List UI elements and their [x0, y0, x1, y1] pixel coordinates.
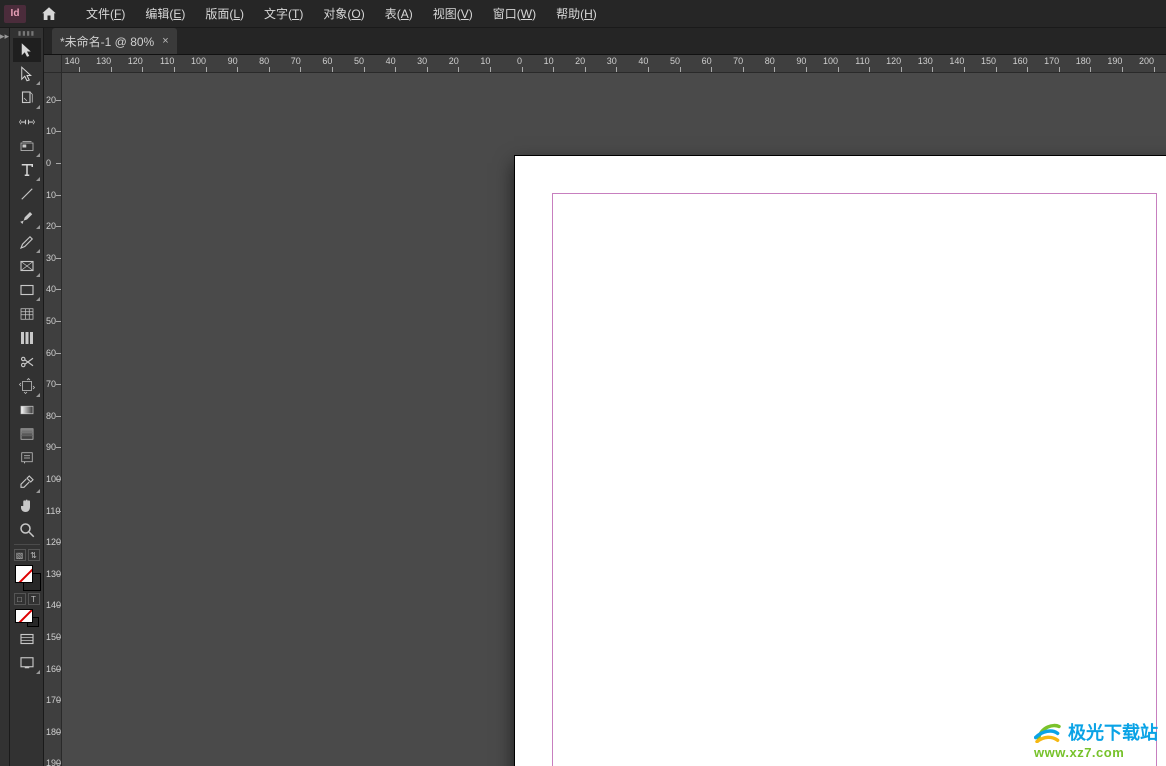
direct-selection-tool[interactable] — [13, 62, 41, 86]
home-icon[interactable] — [36, 1, 62, 27]
document-area: *未命名-1 @ 80% × 1501401301201101009080706… — [44, 28, 1166, 766]
horizontal-ruler[interactable]: 1501401301201101009080706050403020100102… — [62, 55, 1166, 73]
ruler-origin[interactable] — [44, 55, 62, 73]
fill-stroke-swatch[interactable] — [13, 563, 41, 591]
misc-tool-b[interactable]: ⇅ — [28, 549, 40, 561]
rectangle-frame-tool[interactable] — [13, 254, 41, 278]
expand-panels-icon[interactable]: ▸▸ — [0, 32, 9, 41]
tool-separator — [14, 544, 40, 545]
page-tool[interactable] — [13, 86, 41, 110]
apply-color[interactable] — [15, 609, 39, 627]
document-tab-label: *未命名-1 @ 80% — [60, 33, 154, 50]
view-mode-normal[interactable] — [13, 627, 41, 651]
menu-f[interactable]: 文件(F) — [76, 0, 135, 27]
pen-tool[interactable] — [13, 206, 41, 230]
zoom-tool[interactable] — [13, 518, 41, 542]
scissors-tool[interactable] — [13, 350, 41, 374]
page-margins — [552, 193, 1157, 766]
menu-h[interactable]: 帮助(H) — [546, 0, 607, 27]
gap-tool[interactable] — [13, 110, 41, 134]
app-logo-text: Id — [11, 8, 20, 19]
screen-mode[interactable] — [13, 651, 41, 675]
menubar: Id 文件(F)编辑(E)版面(L)文字(T)对象(O)表(A)视图(V)窗口(… — [0, 0, 1166, 28]
menu-e[interactable]: 编辑(E) — [135, 0, 195, 27]
canvas[interactable]: 极光下载站 www.xz7.com — [62, 73, 1166, 766]
line-tool[interactable] — [13, 182, 41, 206]
menu-t[interactable]: 文字(T) — [254, 0, 313, 27]
vertical-ruler[interactable]: 2010010203040506070809010011012013014015… — [44, 73, 62, 766]
menu-a[interactable]: 表(A) — [375, 0, 423, 27]
free-transform-tool[interactable] — [13, 374, 41, 398]
content-collector-tool[interactable] — [13, 134, 41, 158]
table-tool[interactable] — [13, 302, 41, 326]
note-tool[interactable] — [13, 446, 41, 470]
gradient-swatch-tool[interactable] — [13, 398, 41, 422]
type-tool[interactable] — [13, 158, 41, 182]
document-tab-bar: *未命名-1 @ 80% × — [44, 28, 1166, 55]
document-tab[interactable]: *未命名-1 @ 80% × — [52, 28, 177, 54]
misc-tool-a[interactable]: ▧ — [14, 549, 26, 561]
formatting-text[interactable]: T — [28, 593, 40, 605]
hand-tool[interactable] — [13, 494, 41, 518]
tool-panel: ▮▮▮▮ ▧ ⇅ □ T — [10, 28, 44, 766]
menu-w[interactable]: 窗口(W) — [483, 0, 546, 27]
panel-grip-icon[interactable]: ▮▮▮▮ — [10, 28, 43, 38]
gradient-feather-tool[interactable] — [13, 422, 41, 446]
fill-swatch[interactable] — [15, 565, 33, 583]
close-tab-icon[interactable]: × — [162, 35, 168, 47]
rectangle-tool[interactable] — [13, 278, 41, 302]
collapsed-panel-strip[interactable]: ▸▸ — [0, 28, 10, 766]
selection-tool[interactable] — [13, 38, 41, 62]
color-theme-tool[interactable] — [13, 470, 41, 494]
menu-l[interactable]: 版面(L) — [195, 0, 254, 27]
app-logo: Id — [4, 5, 26, 23]
formatting-container[interactable]: □ — [14, 593, 26, 605]
menu-o[interactable]: 对象(O) — [313, 0, 374, 27]
pencil-tool[interactable] — [13, 230, 41, 254]
menu-v[interactable]: 视图(V) — [423, 0, 483, 27]
column-tool[interactable] — [13, 326, 41, 350]
